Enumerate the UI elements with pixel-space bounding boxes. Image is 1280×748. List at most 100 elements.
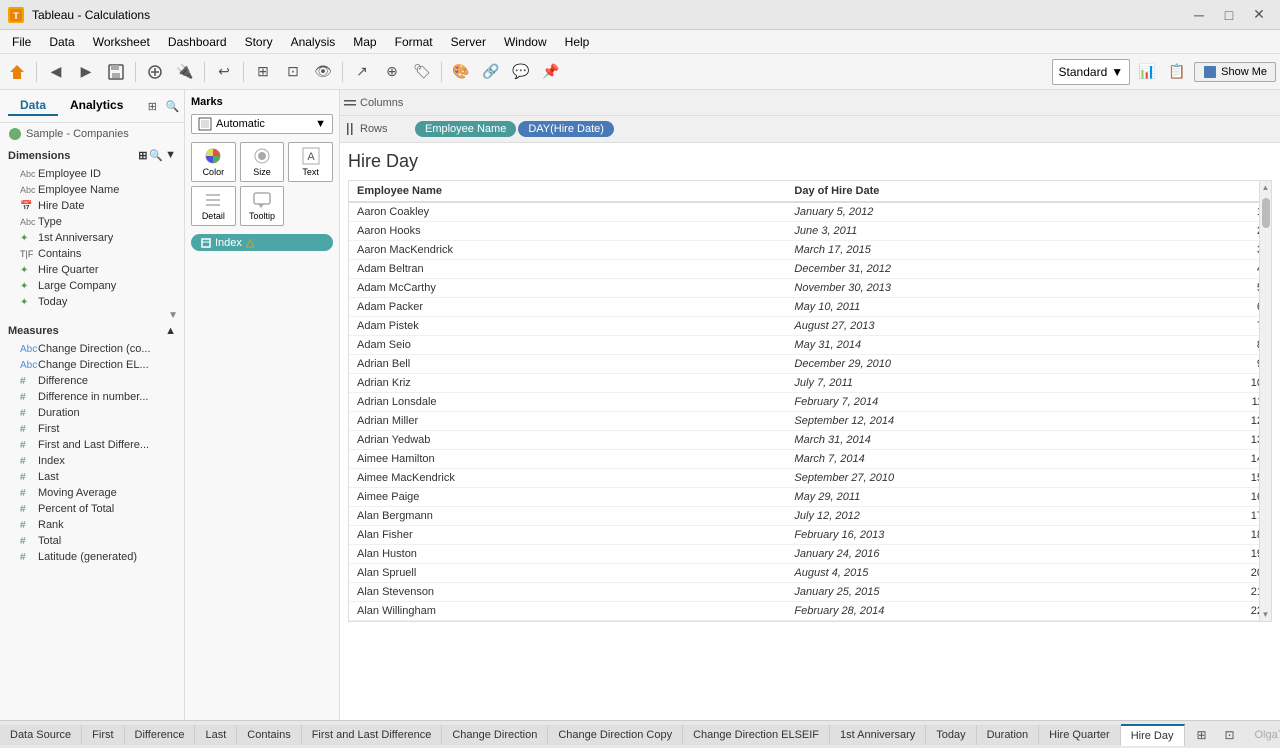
tab-contains[interactable]: Contains [237,725,301,745]
tab-last[interactable]: Last [195,725,237,745]
tab-change-direction-elseif[interactable]: Change Direction ELSEIF [683,725,830,745]
measure-first[interactable]: # First [0,421,184,437]
scroll-thumb[interactable] [1262,198,1270,228]
tab-today[interactable]: Today [926,725,976,745]
tab-hire-day[interactable]: Hire Day [1121,724,1185,746]
measure-percent-total[interactable]: # Percent of Total [0,501,184,517]
scroll-up-arrow[interactable]: ▲ [1260,181,1272,194]
maximize-button[interactable]: □ [1216,2,1242,28]
menu-map[interactable]: Map [345,33,384,51]
tab-analytics[interactable]: Analytics [58,96,135,116]
toolbar-layout[interactable]: ⊞ [250,59,276,85]
toolbar-new-datasource[interactable] [142,59,168,85]
window-controls[interactable]: ─ □ ✕ [1186,2,1272,28]
tab-change-direction-copy[interactable]: Change Direction Copy [548,725,683,745]
show-me-button[interactable]: Show Me [1194,62,1276,82]
employee-name-pill[interactable]: Employee Name [415,121,516,137]
measure-last[interactable]: # Last [0,469,184,485]
toolbar-save[interactable] [103,59,129,85]
measure-difference[interactable]: # Difference [0,373,184,389]
expand-icon[interactable]: ▼ [165,149,176,162]
measure-total[interactable]: # Total [0,533,184,549]
measure-change-dir-el[interactable]: Abc Change Direction EL... [0,357,184,373]
menu-story[interactable]: Story [237,33,281,51]
duplicate-sheet-icon[interactable]: ⊡ [1217,722,1243,748]
tab-data-source[interactable]: Data Source [0,725,82,745]
toolbar-undo[interactable]: ↩ [211,59,237,85]
marks-color-btn[interactable]: Color [191,142,236,182]
menu-server[interactable]: Server [443,33,494,51]
new-sheet-icon[interactable]: ⊞ [1189,722,1215,748]
toolbar-home[interactable] [4,59,30,85]
dim-1st-anniversary[interactable]: ✦ 1st Anniversary [0,230,184,246]
toolbar-back[interactable]: ◀ [43,59,69,85]
close-button[interactable]: ✕ [1246,2,1272,28]
collapse-measures-icon[interactable]: ▲ [165,325,176,337]
measure-moving-avg[interactable]: # Moving Average [0,485,184,501]
tab-duration[interactable]: Duration [977,725,1040,745]
dim-contains[interactable]: T|F Contains [0,246,184,262]
menu-window[interactable]: Window [496,33,555,51]
toolbar-chart1[interactable]: 📊 [1134,59,1160,85]
toolbar-tooltip[interactable]: 💬 [508,59,534,85]
toolbar-fit[interactable]: ⊡ [280,59,306,85]
dim-employee-id[interactable]: Abc Employee ID [0,166,184,182]
dim-hire-date[interactable]: 📅 Hire Date [0,198,184,214]
measure-diff-number[interactable]: # Difference in number... [0,389,184,405]
standard-dropdown[interactable]: Standard ▼ [1052,59,1131,85]
toolbar-pin[interactable]: 📌 [538,59,564,85]
menu-format[interactable]: Format [387,33,441,51]
measure-latitude[interactable]: # Latitude (generated) [0,549,184,565]
menu-worksheet[interactable]: Worksheet [85,33,158,51]
toolbar-group[interactable]: ⊕ [379,59,405,85]
toolbar-link[interactable]: 🔗 [478,59,504,85]
sort-icon[interactable]: ⊞ [138,149,147,162]
tab-change-direction[interactable]: Change Direction [442,725,548,745]
menu-file[interactable]: File [4,33,39,51]
scroll-down-arrow[interactable]: ▼ [1260,608,1272,621]
menu-help[interactable]: Help [557,33,598,51]
hire-date-pill[interactable]: DAY(Hire Date) [518,121,614,137]
marks-type-dropdown[interactable]: Automatic ▼ [191,114,333,134]
toolbar-view[interactable]: 👁 [310,59,336,85]
tab-hire-quarter[interactable]: Hire Quarter [1039,725,1121,745]
menu-analysis[interactable]: Analysis [283,33,344,51]
dim-large-company[interactable]: ✦ Large Company [0,278,184,294]
measure-first-last-diff[interactable]: # First and Last Differe... [0,437,184,453]
marks-size-btn[interactable]: Size [240,142,285,182]
tab-data[interactable]: Data [8,96,58,116]
add-icon[interactable]: + [183,97,184,115]
toolbar-forward[interactable]: ▶ [73,59,99,85]
marks-detail-btn[interactable]: Detail [191,186,236,226]
tab-1st-anniversary[interactable]: 1st Anniversary [830,725,926,745]
dim-type[interactable]: Abc Type [0,214,184,230]
data-table-container[interactable]: Employee Name Day of Hire Date Aaron Coa… [348,180,1272,622]
measure-rank[interactable]: # Rank [0,517,184,533]
tab-first-last-diff[interactable]: First and Last Difference [302,725,443,745]
scroll-down-dims[interactable]: ▼ [168,310,178,321]
toolbar-chart2[interactable]: 📋 [1164,59,1190,85]
menu-dashboard[interactable]: Dashboard [160,33,235,51]
tab-difference[interactable]: Difference [125,725,196,745]
tab-first[interactable]: First [82,725,124,745]
dim-hire-quarter[interactable]: ✦ Hire Quarter [0,262,184,278]
index-pill[interactable]: Index △ [191,234,333,251]
search-icon[interactable]: 🔍 [163,97,181,115]
toolbar-action[interactable]: ↗ [349,59,375,85]
toolbar-connect[interactable]: 🔌 [172,59,198,85]
scroll-bar[interactable]: ▲ ▼ [1259,181,1271,621]
dim-employee-name[interactable]: Abc Employee Name [0,182,184,198]
marks-text-btn[interactable]: A Text [288,142,333,182]
grid-view-icon[interactable]: ⊞ [143,97,161,115]
dim-today[interactable]: ✦ Today [0,294,184,310]
toolbar-label[interactable]: 🏷 [409,59,435,85]
marks-tooltip-btn[interactable]: Tooltip [240,186,285,226]
search-dim-icon[interactable]: 🔍 [149,149,163,162]
measure-index[interactable]: # Index [0,453,184,469]
menu-data[interactable]: Data [41,33,82,51]
minimize-button[interactable]: ─ [1186,2,1212,28]
measure-change-dir-co[interactable]: Abc Change Direction (co... [0,341,184,357]
cell-hire-date: May 29, 2011 [786,488,1231,507]
measure-duration[interactable]: # Duration [0,405,184,421]
toolbar-color-blind[interactable]: 🎨 [448,59,474,85]
